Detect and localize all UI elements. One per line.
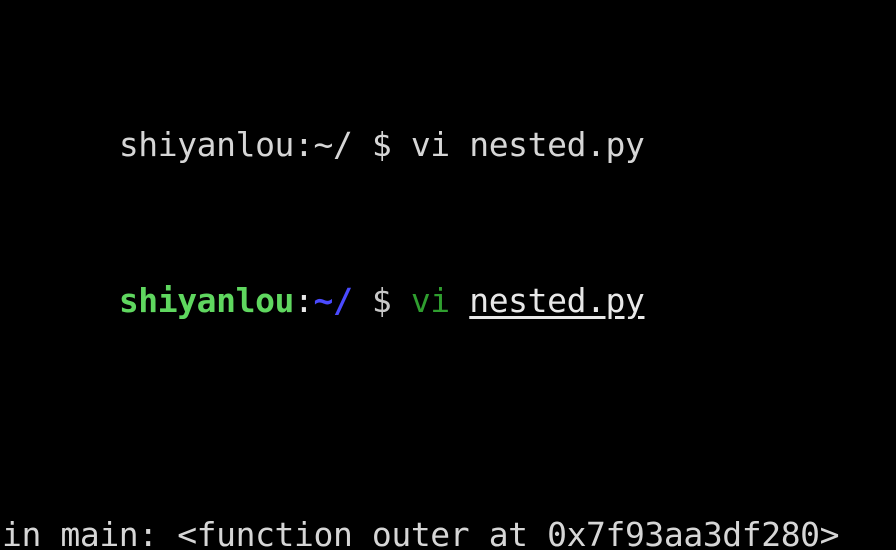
terminal-window[interactable]: shiyanlou:~/ $ vi nested.py shiyanlou:~/… <box>0 0 896 550</box>
prompt-separator: : <box>294 281 314 320</box>
shell-prompt-line[interactable]: shiyanlou:~/ $ vi nested.py <box>0 242 896 320</box>
output-line-text: in main: <function outer at 0x7f93aa3df2… <box>2 515 840 550</box>
scrolled-partial-line-text: shiyanlou:~/ $ vi nested.py <box>118 125 645 164</box>
prompt-path: ~/ <box>313 281 353 320</box>
terminal-screen: shiyanlou:~/ $ vi nested.py shiyanlou:~/… <box>0 0 896 550</box>
output-line: in main: <function outer at 0x7f93aa3df2… <box>0 515 896 550</box>
prompt-user: shiyanlou <box>118 281 295 320</box>
prompt-argument-filename: nested.py <box>469 281 645 320</box>
prompt-sigil: $ <box>352 281 411 320</box>
prompt-command: vi <box>410 281 450 320</box>
scrolled-partial-line: shiyanlou:~/ $ vi nested.py <box>0 86 896 164</box>
